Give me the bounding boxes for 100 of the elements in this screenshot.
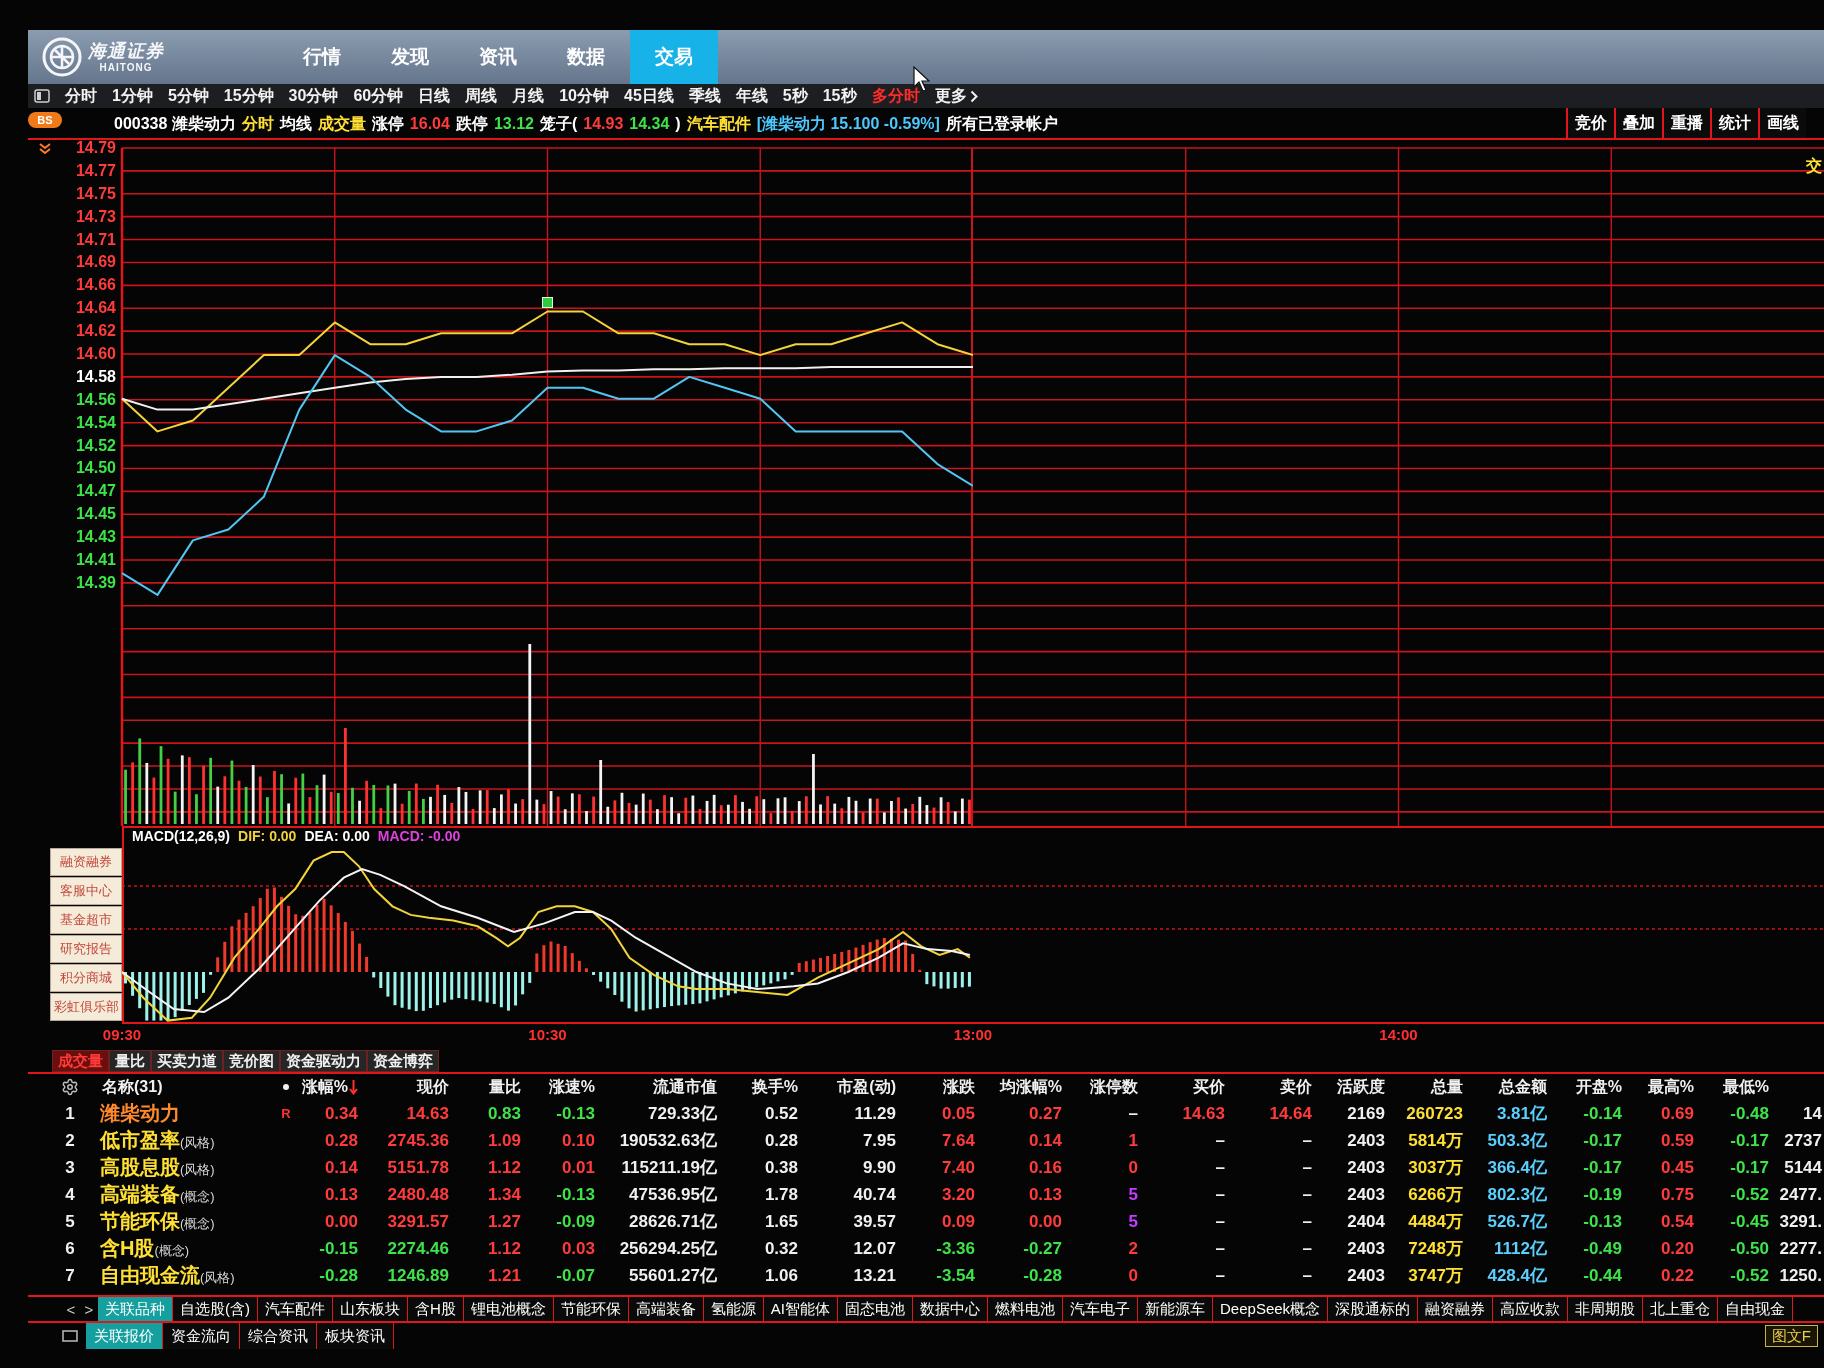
column-header[interactable]: 涨幅%	[299, 1076, 360, 1098]
sector-tab[interactable]: 高应收款	[1493, 1297, 1569, 1321]
chart-tool-button[interactable]: 叠加	[1614, 108, 1662, 138]
quote-info-text: [潍柴动力 15.100 -0.59%]	[756, 114, 940, 134]
double-chevron-down-icon[interactable]	[38, 142, 52, 156]
period-tab[interactable]: 60分钟	[353, 85, 404, 107]
chart-tab[interactable]: 资金博弈	[367, 1050, 439, 1072]
chart-tab[interactable]: 资金驱动力	[280, 1050, 367, 1072]
bottom-tab[interactable]: 板块资讯	[317, 1323, 394, 1349]
side-menu-item[interactable]: 研究报告	[50, 935, 122, 963]
column-header[interactable]: 现价	[415, 1076, 451, 1098]
chart-tool-button[interactable]: 画线	[1758, 108, 1806, 138]
table-cell-text: 5814万	[1408, 1130, 1464, 1152]
column-header[interactable]: 涨停数	[1088, 1076, 1140, 1098]
sector-tab[interactable]: 含H股	[408, 1297, 464, 1321]
chart-tab[interactable]: 竞价图	[223, 1050, 280, 1072]
sector-tab[interactable]: 汽车配件	[258, 1297, 333, 1321]
chart-tool-button[interactable]: 统计	[1710, 108, 1758, 138]
side-menu-item[interactable]: 彩虹俱乐部	[50, 993, 122, 1021]
chart-tab[interactable]: 量比	[109, 1050, 151, 1072]
column-header[interactable]: 总金额	[1497, 1076, 1549, 1098]
period-tab[interactable]: 日线	[418, 85, 451, 107]
menu-tab[interactable]: 数据	[542, 30, 630, 84]
more-button[interactable]: 更多	[934, 85, 978, 107]
sector-tab[interactable]: 燃料电池	[988, 1297, 1064, 1321]
panel-icon[interactable]	[62, 1330, 78, 1342]
chart-tool-button[interactable]: 重播	[1662, 108, 1710, 138]
column-header[interactable]: 均涨幅%	[997, 1076, 1064, 1098]
menu-tab[interactable]: 行情	[278, 30, 366, 84]
column-header[interactable]: 量比	[487, 1076, 523, 1098]
sector-tab[interactable]: 数据中心	[913, 1297, 989, 1321]
period-tab[interactable]: 45日线	[624, 85, 674, 107]
table-cell-text: –	[1215, 1130, 1226, 1151]
sector-tab[interactable]: 氢能源	[703, 1297, 764, 1321]
column-header[interactable]: 最低%	[1720, 1076, 1771, 1098]
column-header[interactable]: 总量	[1429, 1076, 1465, 1098]
corner-button[interactable]: 图文F	[1764, 1325, 1818, 1347]
column-header[interactable]: 买价	[1191, 1076, 1227, 1098]
sector-tab[interactable]: 固态电池	[838, 1297, 914, 1321]
sector-tab[interactable]: 深股通标的	[1328, 1297, 1419, 1321]
sector-tab[interactable]: 自由现金	[1718, 1297, 1794, 1321]
period-tab[interactable]: 多分时	[871, 85, 920, 107]
period-tab[interactable]: 5分钟	[167, 85, 209, 107]
sector-tab[interactable]: 融资融券	[1418, 1297, 1494, 1321]
period-tab[interactable]: 年线	[735, 85, 768, 107]
bottom-tab[interactable]: 资金流向	[163, 1323, 240, 1349]
column-header[interactable]: 涨跌	[941, 1076, 977, 1098]
table-cell-text: –	[1302, 1157, 1313, 1178]
sidebar-toggle-icon[interactable]	[34, 89, 50, 103]
previous-button[interactable]: <	[62, 1297, 80, 1321]
column-header[interactable]: 开盘%	[1573, 1076, 1624, 1098]
column-header[interactable]: 涨速%	[546, 1076, 597, 1098]
sector-tab[interactable]: 锂电池概念	[463, 1297, 554, 1321]
sector-tab[interactable]: DeepSeek概念	[1213, 1297, 1329, 1321]
security-name: 自由现金流	[100, 1263, 200, 1288]
column-header[interactable]: 市盈(动)	[835, 1076, 898, 1098]
period-tab[interactable]: 15秒	[822, 85, 857, 107]
quote-info-text: 所有已登录帐户	[945, 114, 1058, 134]
period-tab[interactable]: 季线	[688, 85, 721, 107]
menu-tab[interactable]: 发现	[366, 30, 454, 84]
column-header[interactable]: 最高%	[1645, 1076, 1696, 1098]
table-cell-text: 0	[1128, 1265, 1139, 1286]
period-tab[interactable]: 30分钟	[288, 85, 339, 107]
sector-tab[interactable]: 汽车电子	[1063, 1297, 1139, 1321]
sector-tab[interactable]: 北上重仓	[1643, 1297, 1719, 1321]
period-tab[interactable]: 月线	[512, 85, 545, 107]
period-tab[interactable]: 15分钟	[223, 85, 274, 107]
sector-tab[interactable]: 山东板块	[333, 1297, 408, 1321]
column-header[interactable]: 活跃度	[1335, 1076, 1387, 1098]
side-menu-item[interactable]: 积分商城	[50, 964, 122, 992]
period-tab[interactable]: 10分钟	[559, 85, 609, 107]
table-cell-text: 47536.95亿	[629, 1184, 718, 1206]
chart-tool-button[interactable]: 竞价	[1566, 108, 1614, 138]
table-cell-text: 5144	[1784, 1157, 1823, 1178]
sector-tab[interactable]: 高端装备	[628, 1297, 704, 1321]
chart-tab[interactable]: 成交量	[52, 1050, 109, 1072]
period-tab[interactable]: 1分钟	[112, 85, 153, 107]
column-header[interactable]: 换手%	[749, 1076, 800, 1098]
side-menu-item[interactable]: 融资融券	[50, 848, 122, 876]
sector-tab[interactable]: 自选股(含)	[173, 1297, 258, 1321]
column-header[interactable]: 流通市值	[651, 1076, 719, 1098]
side-menu-item[interactable]: 基金超市	[50, 906, 122, 934]
settings-icon[interactable]	[61, 1078, 79, 1096]
y-axis-label: 14.62	[75, 322, 116, 340]
side-menu-item[interactable]: 客服中心	[50, 877, 122, 905]
period-tab[interactable]: 周线	[465, 85, 498, 107]
sector-tab[interactable]: AI智能体	[763, 1297, 839, 1321]
next-button[interactable]: >	[80, 1297, 98, 1321]
category-tag: (风格)	[180, 1161, 215, 1179]
bottom-tab[interactable]: 综合资讯	[240, 1323, 317, 1349]
sector-tab[interactable]: 新能源车	[1138, 1297, 1214, 1321]
menu-tab[interactable]: 资讯	[454, 30, 542, 84]
chart-tab[interactable]: 买卖力道	[151, 1050, 223, 1072]
column-header[interactable]: 名称(31)	[100, 1076, 165, 1098]
table-cell-text: 503.3亿	[1487, 1130, 1548, 1152]
column-header[interactable]: 卖价	[1278, 1076, 1314, 1098]
sector-tab[interactable]: 节能环保	[553, 1297, 629, 1321]
sector-tab[interactable]: 非周期股	[1568, 1297, 1644, 1321]
period-tab[interactable]: 分时	[65, 85, 97, 107]
period-tab[interactable]: 5秒	[782, 85, 808, 107]
